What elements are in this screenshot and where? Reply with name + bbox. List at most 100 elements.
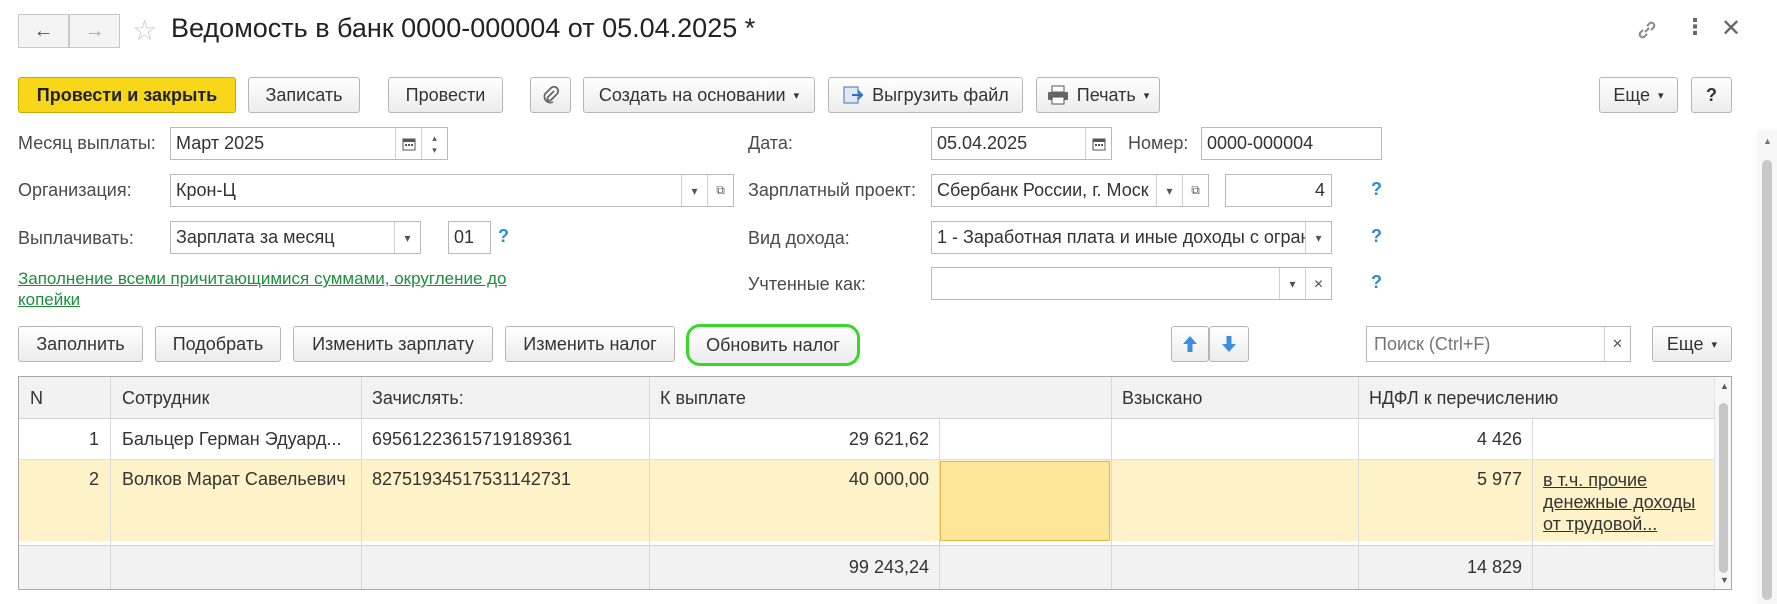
move-up-button[interactable] [1171, 326, 1209, 362]
header-amount[interactable]: К выплате [660, 388, 746, 409]
scroll-up-icon[interactable]: ▲ [1763, 136, 1772, 146]
calendar-icon[interactable] [395, 128, 421, 159]
counted-as-field[interactable]: ▾ ✕ [931, 267, 1332, 300]
help-icon[interactable]: ? [498, 226, 509, 247]
create-based-on-button[interactable]: Создать на основании ▾ [583, 77, 815, 113]
update-tax-button[interactable]: Обновить налог [686, 324, 860, 366]
search-input[interactable] [1372, 332, 1604, 356]
header-n[interactable]: N [30, 388, 43, 409]
header-employee[interactable]: Сотрудник [122, 388, 209, 409]
arrow-right-icon: → [84, 19, 105, 42]
star-icon[interactable]: ☆ [132, 14, 157, 47]
pay-field[interactable]: Зарплата за месяц ▾ [170, 221, 421, 254]
pick-button[interactable]: Подобрать [155, 326, 281, 362]
export-file-label: Выгрузить файл [872, 84, 1009, 105]
post-and-close-button[interactable]: Провести и закрыть [18, 77, 236, 113]
help-icon[interactable]: ? [1371, 226, 1382, 247]
salary-project-value: Сбербанк России, г. Моск [937, 180, 1149, 200]
row-divider [19, 459, 1714, 460]
arrow-down-icon [1222, 336, 1236, 352]
help-button[interactable]: ? [1691, 77, 1732, 113]
organization-label: Организация: [18, 180, 132, 200]
account-number[interactable]: 69561223615719189361 [372, 429, 572, 450]
account-number[interactable]: 82751934517531142731 [372, 469, 571, 490]
date-label: Дата: [748, 133, 793, 153]
employees-table: N Сотрудник Зачислять: К выплате Взыскан… [18, 376, 1732, 590]
income-type-label: Вид дохода: [748, 228, 850, 248]
month-label: Месяц выплаты: [18, 133, 156, 153]
active-cell[interactable] [940, 461, 1110, 541]
pay-label: Выплачивать: [18, 228, 134, 248]
dropdown-arrow-icon[interactable]: ▾ [1279, 268, 1305, 299]
scroll-down-icon[interactable]: ▼ [1720, 575, 1729, 585]
page-scrollbar[interactable]: ▲ [1757, 130, 1777, 604]
pay-code-value: 01 [454, 227, 475, 247]
month-stepper[interactable]: ▴ ▾ [421, 128, 447, 159]
scrollbar-thumb[interactable] [1719, 403, 1728, 573]
help-icon[interactable]: ? [1371, 179, 1382, 200]
dropdown-arrow-icon[interactable]: ▾ [394, 222, 420, 253]
export-file-button[interactable]: Выгрузить файл [828, 77, 1023, 113]
project-number-value: 4 [1314, 180, 1325, 200]
table-more-button[interactable]: Еще ▾ [1652, 326, 1732, 362]
ndfl-detail-link[interactable]: в т.ч. прочие денежные доходы от трудово… [1543, 469, 1709, 535]
amount-value[interactable]: 29 621,62 [649, 429, 929, 450]
clear-icon[interactable]: ✕ [1305, 268, 1331, 299]
table-scrollbar[interactable]: ▲ ▼ [1714, 377, 1731, 589]
amount-value[interactable]: 40 000,00 [649, 469, 929, 490]
header-account[interactable]: Зачислять: [372, 388, 464, 409]
help-icon[interactable]: ? [1371, 272, 1382, 293]
attach-button[interactable] [530, 77, 571, 113]
row-number[interactable]: 2 [19, 469, 99, 490]
link-icon[interactable] [1635, 18, 1659, 47]
salary-project-label: Зарплатный проект: [748, 180, 917, 200]
number-field[interactable]: 0000-000004 [1201, 127, 1382, 160]
more-label: Еще [1613, 84, 1651, 105]
print-button[interactable]: Печать ▾ [1036, 77, 1160, 113]
employee-name[interactable]: Бальцер Герман Эдуард... [122, 429, 354, 450]
clear-search-icon[interactable]: ✕ [1604, 327, 1630, 361]
row-number[interactable]: 1 [19, 429, 99, 450]
header-ndfl[interactable]: НДФЛ к перечислению [1369, 388, 1558, 409]
open-icon[interactable]: ⧉ [1182, 175, 1208, 206]
forward-button[interactable]: → [69, 14, 120, 48]
back-button[interactable]: ← [18, 14, 69, 48]
change-salary-button[interactable]: Изменить зарплату [293, 326, 493, 362]
change-tax-button[interactable]: Изменить налог [505, 326, 675, 362]
month-field[interactable]: Март 2025 ▴ ▾ [170, 127, 448, 160]
ndfl-value[interactable]: 4 426 [1358, 429, 1522, 450]
number-label: Номер: [1128, 133, 1189, 153]
open-icon[interactable]: ⧉ [707, 175, 733, 206]
fill-button[interactable]: Заполнить [18, 326, 143, 362]
search-field[interactable]: ✕ [1366, 326, 1631, 362]
dropdown-arrow-icon[interactable]: ▾ [1156, 175, 1182, 206]
total-ndfl: 14 829 [1466, 557, 1522, 577]
ndfl-value[interactable]: 5 977 [1358, 469, 1522, 490]
more-vert-icon[interactable]: ⋮ [1684, 14, 1706, 40]
date-field[interactable]: 05.04.2025 [931, 127, 1112, 160]
post-button[interactable]: Провести [388, 77, 503, 113]
scroll-up-icon[interactable]: ▲ [1720, 381, 1729, 391]
organization-field[interactable]: Крон-Ц ▾ ⧉ [170, 174, 734, 207]
dropdown-arrow-icon[interactable]: ▾ [681, 175, 707, 206]
header-collected[interactable]: Взыскано [1122, 388, 1202, 409]
employee-name[interactable]: Волков Марат Савельевич [122, 469, 354, 490]
fill-settings-link[interactable]: Заполнение всеми причитающимися суммами,… [18, 268, 558, 310]
dropdown-arrow-icon[interactable]: ▾ [1305, 222, 1331, 253]
calendar-icon[interactable] [1085, 128, 1111, 159]
more-button[interactable]: Еще ▾ [1599, 77, 1678, 113]
paperclip-icon [543, 85, 559, 104]
column-divider [1111, 377, 1112, 589]
salary-project-field[interactable]: Сбербанк России, г. Моск ▾ ⧉ [931, 174, 1209, 207]
move-down-button[interactable] [1209, 326, 1249, 362]
close-icon[interactable]: ✕ [1721, 14, 1741, 43]
month-value: Март 2025 [176, 133, 265, 153]
save-button[interactable]: Записать [248, 77, 360, 113]
pay-value: Зарплата за месяц [176, 227, 335, 247]
scrollbar-thumb[interactable] [1762, 160, 1772, 600]
dropdown-arrow-icon: ▾ [1143, 89, 1150, 102]
income-type-field[interactable]: 1 - Заработная плата и иные доходы с огр… [931, 221, 1332, 254]
column-divider [1532, 419, 1533, 589]
pay-code-field[interactable]: 01 [448, 221, 491, 254]
project-number-field[interactable]: 4 [1225, 174, 1332, 207]
